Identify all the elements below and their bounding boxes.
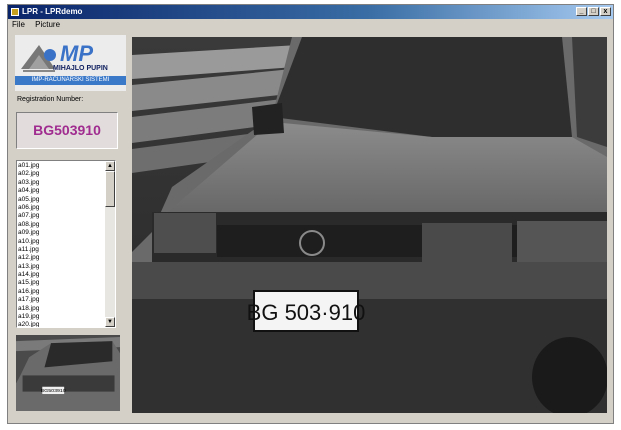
scroll-up-icon[interactable]: ▲ xyxy=(105,161,115,171)
file-list-item[interactable]: a19.jpg xyxy=(18,313,104,321)
file-list-item[interactable]: a20.jpg xyxy=(18,321,104,327)
maximize-button[interactable]: □ xyxy=(588,7,599,16)
file-list-item[interactable]: a13.jpg xyxy=(18,263,104,271)
logo-name: MIHAJLO PUPIN xyxy=(53,65,108,72)
minimize-button[interactable]: _ xyxy=(576,7,587,16)
file-list-item[interactable]: a02.jpg xyxy=(18,170,104,178)
main-plate-text: BG 503·910 xyxy=(247,300,366,325)
menu-file[interactable]: File xyxy=(8,19,29,31)
file-list-item[interactable]: a14.jpg xyxy=(18,271,104,279)
file-list-item[interactable]: a16.jpg xyxy=(18,288,104,296)
window-title: LPR - LPRdemo xyxy=(22,7,83,16)
file-list[interactable]: a01.jpg a02.jpg a03.jpg a04.jpg a05.jpg a06.j… xyxy=(16,160,116,328)
file-list-item[interactable]: a12.jpg xyxy=(18,254,104,262)
menu-bar: File Picture xyxy=(8,19,613,31)
logo-subtitle: IMP-RAČUNARSKI SISTEMI xyxy=(15,76,126,85)
file-list-item[interactable]: a03.jpg xyxy=(18,179,104,187)
close-button[interactable]: x xyxy=(600,7,611,16)
logo-mark: MP xyxy=(60,41,93,66)
main-car-image: BG 503·910 xyxy=(132,37,607,413)
thumbnail-plate: BG503910 xyxy=(41,388,66,394)
file-list-scrollbar[interactable]: ▲ ▼ xyxy=(105,161,115,327)
file-list-item[interactable]: a06.jpg xyxy=(18,204,104,212)
file-list-item[interactable]: a04.jpg xyxy=(18,187,104,195)
registration-label: Registration Number: xyxy=(17,96,84,103)
file-list-item[interactable]: a07.jpg xyxy=(18,212,104,220)
thumbnail-image: BG503910 xyxy=(16,335,120,411)
registration-number: BG503910 xyxy=(16,112,118,149)
file-list-item[interactable]: a05.jpg xyxy=(18,196,104,204)
company-logo: MP MIHAJLO PUPIN IMP-RAČUNARSKI SISTEMI xyxy=(15,35,126,91)
file-list-item[interactable]: a10.jpg xyxy=(18,238,104,246)
file-list-item[interactable]: a18.jpg xyxy=(18,305,104,313)
file-list-item[interactable]: a15.jpg xyxy=(18,279,104,287)
file-list-item[interactable]: a11.jpg xyxy=(18,246,104,254)
menu-picture[interactable]: Picture xyxy=(31,19,64,31)
scroll-down-icon[interactable]: ▼ xyxy=(105,317,115,327)
title-bar[interactable]: LPR - LPRdemo _ □ x xyxy=(8,5,613,19)
file-list-item[interactable]: a09.jpg xyxy=(18,229,104,237)
file-list-item[interactable]: a08.jpg xyxy=(18,221,104,229)
app-window: LPR - LPRdemo _ □ x File Picture MP MIHA… xyxy=(7,4,614,424)
file-list-item[interactable]: a17.jpg xyxy=(18,296,104,304)
file-list-item[interactable]: a01.jpg xyxy=(18,162,104,170)
app-icon xyxy=(11,8,19,16)
left-panel: MP MIHAJLO PUPIN IMP-RAČUNARSKI SISTEMI … xyxy=(15,35,126,415)
scroll-thumb[interactable] xyxy=(105,171,115,207)
